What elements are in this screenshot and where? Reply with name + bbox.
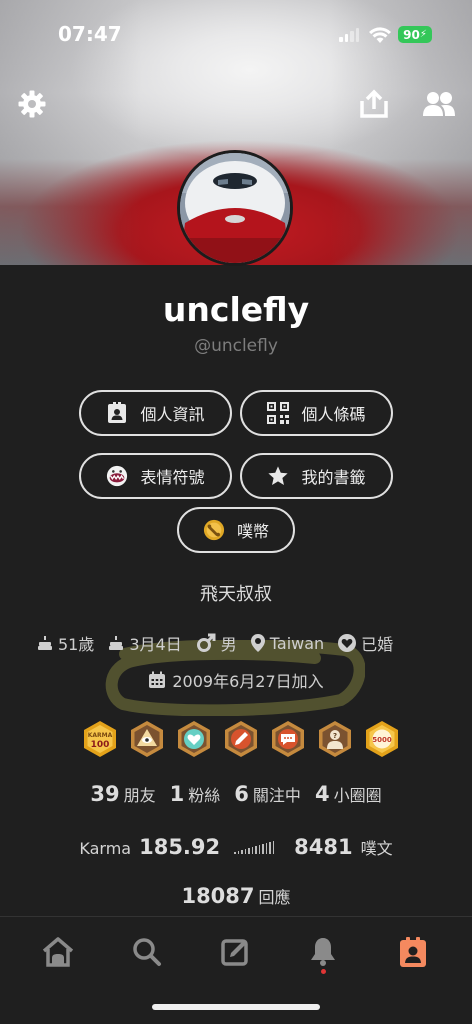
heart-badge[interactable] — [176, 720, 212, 758]
coins-label: 噗幣 — [236, 522, 269, 541]
friends-count: 39 — [90, 782, 120, 806]
star-icon — [267, 465, 289, 487]
cake-icon — [109, 636, 124, 650]
battery-indicator: 90 ⚡ — [398, 26, 432, 43]
plurks-count: 8481 — [294, 835, 353, 859]
following-label: 關注中 — [252, 786, 301, 805]
airplane-avatar-image — [180, 153, 290, 263]
svg-text:100: 100 — [91, 740, 110, 750]
tab-profile[interactable] — [396, 935, 430, 969]
gender-text: 男 — [220, 635, 237, 654]
plurks-5000-badge[interactable]: 5000 — [364, 720, 400, 758]
status-bar: 07:47 90 ⚡ — [0, 0, 472, 60]
svg-text:5000: 5000 — [372, 736, 392, 744]
compose-icon — [221, 939, 248, 966]
bookmarks-button[interactable]: 我的書籤 — [240, 453, 393, 499]
friends-stat[interactable]: 39 朋友 — [90, 782, 155, 806]
karma-value: 185.92 — [139, 835, 221, 859]
cellular-signal-icon — [339, 28, 359, 42]
profile-info-button[interactable]: 個人資訊 — [79, 390, 232, 436]
emoticons-label: 表情符號 — [140, 468, 205, 487]
wifi-icon — [369, 27, 391, 43]
people-icon — [423, 92, 455, 116]
tab-notifications[interactable] — [306, 935, 340, 969]
profile-details-row: 51歲 3月4日 男 Taiwan 已婚 — [37, 631, 393, 655]
fans-count: 1 — [169, 782, 185, 806]
qr-code-button[interactable]: 個人條碼 — [240, 390, 393, 436]
settings-button[interactable] — [16, 88, 48, 120]
gear-icon — [18, 90, 46, 118]
search-icon — [133, 938, 161, 966]
username-handle: @unclefly — [194, 336, 278, 356]
battery-level: 90 — [403, 27, 420, 42]
cliques-label: 小圈圈 — [333, 786, 382, 805]
profile-icon — [400, 937, 426, 967]
notification-dot — [321, 969, 326, 974]
svg-text:KARMA: KARMA — [88, 732, 113, 739]
coins-button[interactable]: 噗幣 — [177, 507, 295, 553]
contact-card-icon — [106, 402, 128, 424]
cake-icon — [38, 636, 52, 650]
qr-code-label: 個人條碼 — [301, 405, 366, 424]
pencil-badge[interactable] — [223, 720, 259, 758]
display-name: unclefly — [162, 290, 310, 329]
status-time: 07:47 — [58, 22, 122, 46]
heart-icon — [338, 634, 357, 652]
friends-label: 朋友 — [123, 786, 156, 805]
badges-row: KARMA 100 ? 5000 — [82, 720, 400, 758]
svg-text:?: ? — [333, 732, 337, 740]
share-button[interactable] — [358, 88, 390, 120]
gender-item: 男 — [196, 631, 237, 655]
birthday-item: 3月4日 — [108, 631, 182, 655]
karma-row: Karma 185.92 8481 噗文 — [0, 835, 472, 859]
tab-search[interactable] — [130, 935, 164, 969]
home-icon — [42, 937, 74, 967]
coin-icon — [203, 519, 225, 541]
eye-pyramid-badge[interactable] — [129, 720, 165, 758]
following-stat[interactable]: 6 關注中 — [234, 782, 301, 806]
fans-label: 粉絲 — [188, 786, 221, 805]
plurks-label: 噗文 — [360, 839, 393, 858]
age-item: 51歲 — [37, 631, 94, 655]
friends-button[interactable] — [422, 88, 456, 120]
speech-badge[interactable] — [270, 720, 306, 758]
avatar[interactable] — [177, 150, 293, 266]
following-count: 6 — [234, 782, 249, 806]
birthday-text: 3月4日 — [129, 635, 182, 654]
share-icon — [360, 89, 388, 118]
profile-question-badge[interactable]: ? — [317, 720, 353, 758]
join-date-text: 2009年6月27日加入 — [172, 672, 324, 691]
relationship-item: 已婚 — [338, 631, 393, 655]
nickname: 飛天叔叔 — [200, 584, 272, 605]
location-pin-icon — [250, 634, 265, 652]
emoticon-face-icon — [106, 465, 128, 487]
location-text: Taiwan — [269, 633, 325, 653]
home-indicator — [152, 1004, 320, 1010]
profile-info-label: 個人資訊 — [140, 405, 205, 424]
fans-stat[interactable]: 1 粉絲 — [170, 782, 221, 806]
tab-home[interactable] — [41, 935, 75, 969]
karma-label: Karma — [79, 839, 132, 858]
age-text: 51歲 — [58, 635, 95, 654]
social-stats-row: 39 朋友 1 粉絲 6 關注中 4 小圈圈 — [0, 782, 472, 806]
replies-stat: 18087 回應 — [0, 884, 472, 908]
karma-100-badge[interactable]: KARMA 100 — [82, 720, 118, 758]
join-date-row: 2009年6月27日加入 — [0, 668, 472, 692]
qr-code-icon — [267, 402, 290, 424]
cliques-stat[interactable]: 4 小圈圈 — [315, 782, 382, 806]
replies-label: 回應 — [258, 888, 291, 907]
karma-trend-icon — [234, 840, 275, 854]
relationship-text: 已婚 — [361, 635, 394, 654]
bell-icon — [311, 938, 335, 966]
male-symbol-icon — [196, 633, 216, 652]
bookmarks-label: 我的書籤 — [301, 468, 366, 487]
location-item: Taiwan — [250, 633, 325, 653]
emoticons-button[interactable]: 表情符號 — [79, 453, 232, 499]
cliques-count: 4 — [314, 782, 330, 806]
replies-count: 18087 — [181, 884, 255, 908]
tab-compose[interactable] — [219, 935, 253, 969]
calendar-icon — [149, 671, 166, 688]
